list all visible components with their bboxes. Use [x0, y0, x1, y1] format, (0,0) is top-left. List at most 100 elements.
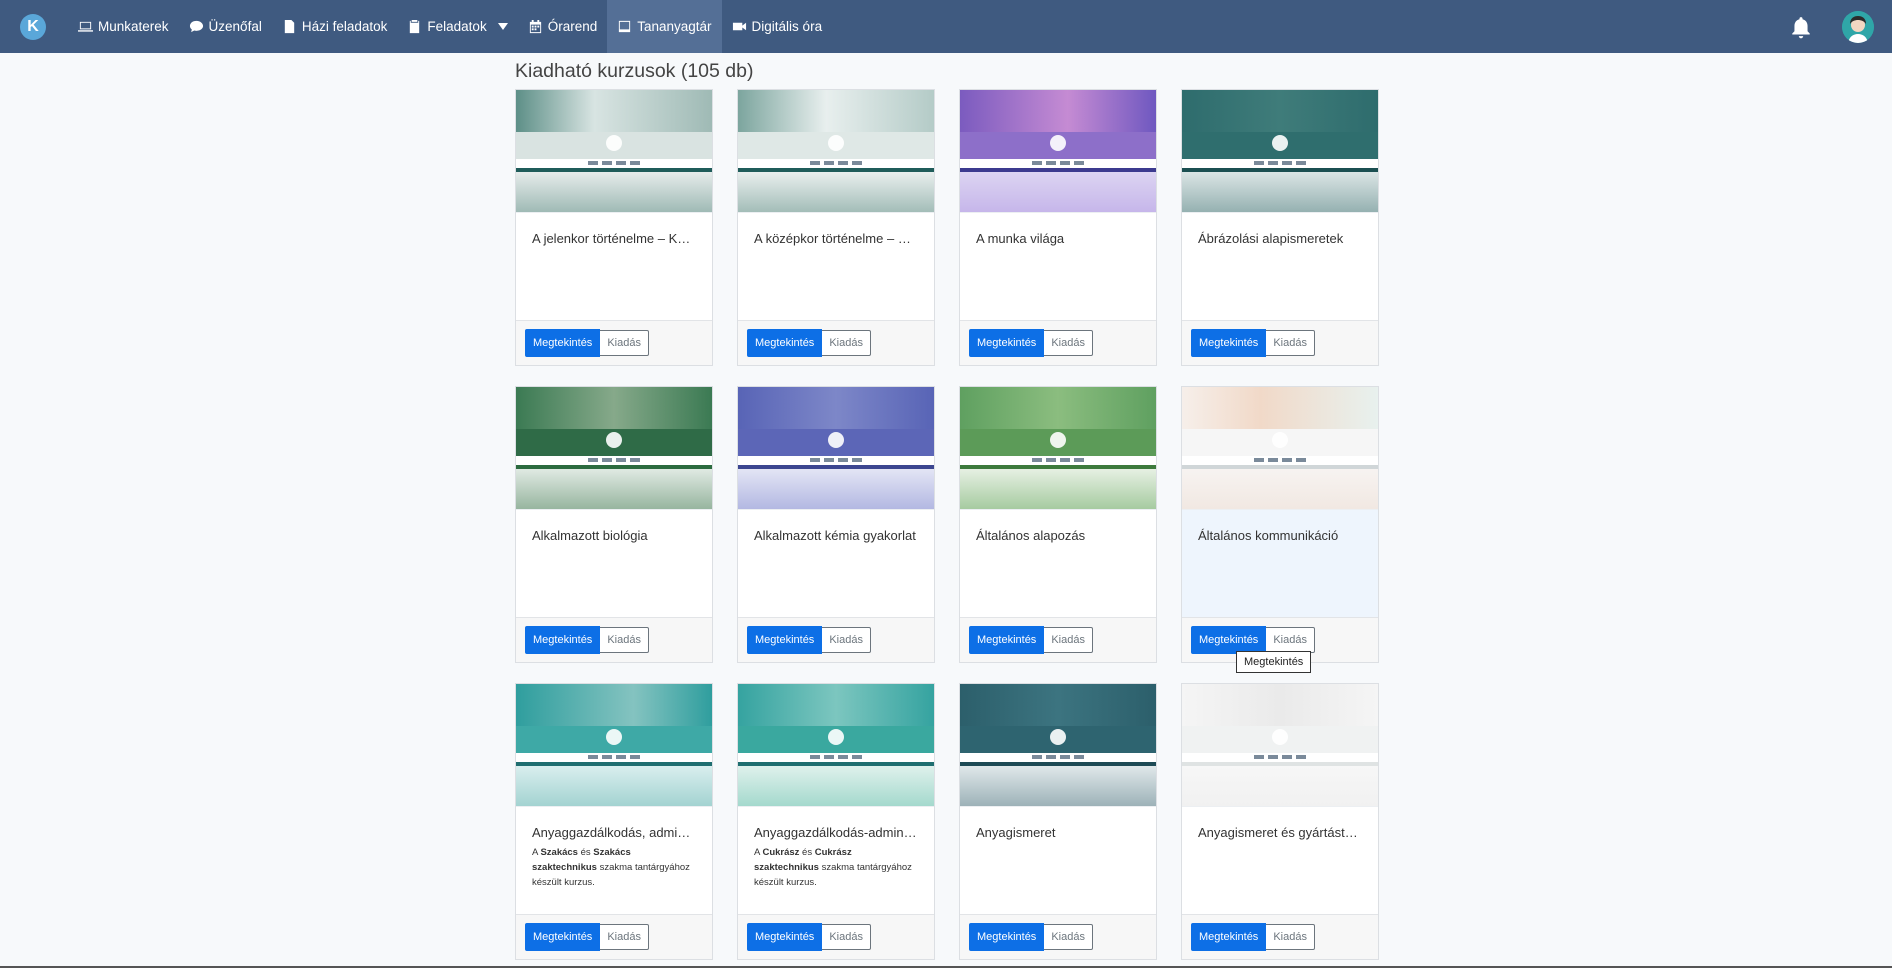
course-card: Anyagismeret Megtekintés Kiadás [959, 683, 1157, 960]
view-button[interactable]: Megtekintés [747, 626, 823, 654]
nav-label: Feladatok [427, 19, 487, 34]
course-banner-image[interactable] [738, 90, 934, 212]
course-card: A munka világa Megtekintés Kiadás [959, 89, 1157, 366]
course-banner-image[interactable] [960, 387, 1156, 509]
course-card-body: Anyagismeret [960, 806, 1156, 914]
course-title: Általános alapozás [976, 528, 1086, 543]
calendar-icon [528, 19, 543, 34]
course-card-footer: Megtekintés Kiadás [1182, 914, 1378, 959]
course-card: Alkalmazott biológia Megtekintés Kiadás [515, 386, 713, 663]
course-card-footer: Megtekintés Kiadás [960, 617, 1156, 662]
course-card-body: A jelenkor történelme – Köz... [516, 212, 712, 320]
course-banner-image[interactable] [1182, 90, 1378, 212]
issue-button[interactable]: Kiadás [1266, 627, 1315, 653]
course-card-body: Anyaggazdálkodás, admini... A Szakács és… [516, 806, 712, 914]
view-button[interactable]: Megtekintés [969, 626, 1045, 654]
course-title: Anyaggazdálkodás, admini... [532, 825, 696, 840]
issue-button[interactable]: Kiadás [1044, 924, 1093, 950]
view-button[interactable]: Megtekintés [525, 626, 601, 654]
view-button[interactable]: Megtekintés [747, 329, 823, 357]
issue-button[interactable]: Kiadás [1044, 627, 1093, 653]
course-title: Anyaggazdálkodás-adminis... [754, 825, 918, 840]
view-button[interactable]: Megtekintés [1191, 626, 1267, 654]
view-button[interactable]: Megtekintés [969, 923, 1045, 951]
course-banner-image[interactable] [738, 387, 934, 509]
course-banner-image[interactable] [738, 684, 934, 806]
course-title: A középkor történelme – Kö... [754, 231, 918, 246]
top-navbar: K Munkaterek Üzenőfal Házi feladatok Fel… [0, 0, 1892, 53]
course-card-footer: Megtekintés Kiadás [516, 320, 712, 365]
chat-bubble-icon [189, 19, 204, 34]
course-card-footer: Megtekintés Kiadás [516, 617, 712, 662]
course-banner-image[interactable] [516, 684, 712, 806]
course-banner-image[interactable] [1182, 387, 1378, 509]
course-card: Anyaggazdálkodás, admini... A Szakács és… [515, 683, 713, 960]
course-title: Anyagismeret és gyártáste... [1198, 825, 1362, 840]
course-title: A munka világa [976, 231, 1065, 246]
issue-button[interactable]: Kiadás [600, 627, 649, 653]
course-card-body: Ábrázolási alapismeretek [1182, 212, 1378, 320]
nav-label: Házi feladatok [301, 19, 388, 34]
course-card-footer: Megtekintés Kiadás [738, 320, 934, 365]
view-button[interactable]: Megtekintés [525, 329, 601, 357]
nav-label: Órarend [547, 19, 598, 34]
course-card: A középkor történelme – Kö... Megtekinté… [737, 89, 935, 366]
course-card-body: A munka világa [960, 212, 1156, 320]
course-card-body: Anyaggazdálkodás-adminis... A Cukrász és… [738, 806, 934, 914]
clipboard-icon [407, 19, 422, 34]
view-button[interactable]: Megtekintés [747, 923, 823, 951]
nav-label: Tananyagtár [637, 19, 712, 34]
course-description: A Szakács és Szakács szaktechnikus szakm… [532, 847, 690, 888]
course-card: A jelenkor történelme – Köz... Megtekint… [515, 89, 713, 366]
notification-bell-icon[interactable] [1790, 16, 1812, 38]
nav-item-orarend[interactable]: Órarend [518, 0, 608, 53]
course-title: Általános kommunikáció [1198, 528, 1339, 543]
course-card-body: Alkalmazott biológia [516, 509, 712, 617]
nav-item-munkaterek[interactable]: Munkaterek [68, 0, 179, 53]
issue-button[interactable]: Kiadás [1044, 330, 1093, 356]
course-card-body: A középkor történelme – Kö... [738, 212, 934, 320]
course-banner-image[interactable] [960, 90, 1156, 212]
issue-button[interactable]: Kiadás [600, 330, 649, 356]
nav-item-hazi-feladatok[interactable]: Házi feladatok [272, 0, 398, 53]
course-description: A Cukrász és Cukrász szaktechnikus szakm… [754, 847, 912, 888]
course-card: Általános kommunikáció Megtekintés Kiadá… [1181, 386, 1379, 663]
nav-label: Üzenőfal [208, 19, 262, 34]
nav-item-digitalis-ora[interactable]: Digitális óra [722, 0, 833, 53]
course-card: Általános alapozás Megtekintés Kiadás [959, 386, 1157, 663]
nav-item-uzenofal[interactable]: Üzenőfal [179, 0, 272, 53]
nav-label: Digitális óra [751, 19, 823, 34]
course-title: Ábrázolási alapismeretek [1198, 231, 1344, 246]
course-title: Alkalmazott kémia gyakorlat [754, 528, 916, 543]
nav-item-tananyagtar[interactable]: Tananyagtár [607, 0, 722, 53]
view-button[interactable]: Megtekintés [969, 329, 1045, 357]
app-logo[interactable]: K [20, 13, 46, 40]
course-card: Ábrázolási alapismeretek Megtekintés Kia… [1181, 89, 1379, 366]
user-avatar[interactable] [1842, 10, 1874, 43]
view-button[interactable]: Megtekintés [1191, 923, 1267, 951]
course-title: Alkalmazott biológia [532, 528, 648, 543]
course-title: Anyagismeret [976, 825, 1056, 840]
course-card-body: Anyagismeret és gyártáste... [1182, 806, 1378, 914]
course-card-footer: Megtekintés Kiadás [738, 914, 934, 959]
course-banner-image[interactable] [960, 684, 1156, 806]
course-card-body: Alkalmazott kémia gyakorlat [738, 509, 934, 617]
issue-button[interactable]: Kiadás [822, 627, 871, 653]
course-banner-image[interactable] [516, 90, 712, 212]
issue-button[interactable]: Kiadás [600, 924, 649, 950]
course-banner-image[interactable] [516, 387, 712, 509]
course-card-footer: Megtekintés Kiadás [738, 617, 934, 662]
issue-button[interactable]: Kiadás [1266, 924, 1315, 950]
tooltip: Megtekintés [1236, 651, 1312, 673]
view-button[interactable]: Megtekintés [1191, 329, 1267, 357]
course-title: A jelenkor történelme – Köz... [532, 231, 696, 246]
view-button[interactable]: Megtekintés [525, 923, 601, 951]
book-icon [617, 19, 632, 34]
issue-button[interactable]: Kiadás [822, 330, 871, 356]
nav-item-feladatok[interactable]: Feladatok [397, 0, 517, 53]
issue-button[interactable]: Kiadás [1266, 330, 1315, 356]
issue-button[interactable]: Kiadás [822, 924, 871, 950]
course-card-footer: Megtekintés Kiadás [960, 914, 1156, 959]
course-card-footer: Megtekintés Kiadás [1182, 320, 1378, 365]
course-banner-image[interactable] [1182, 684, 1378, 806]
